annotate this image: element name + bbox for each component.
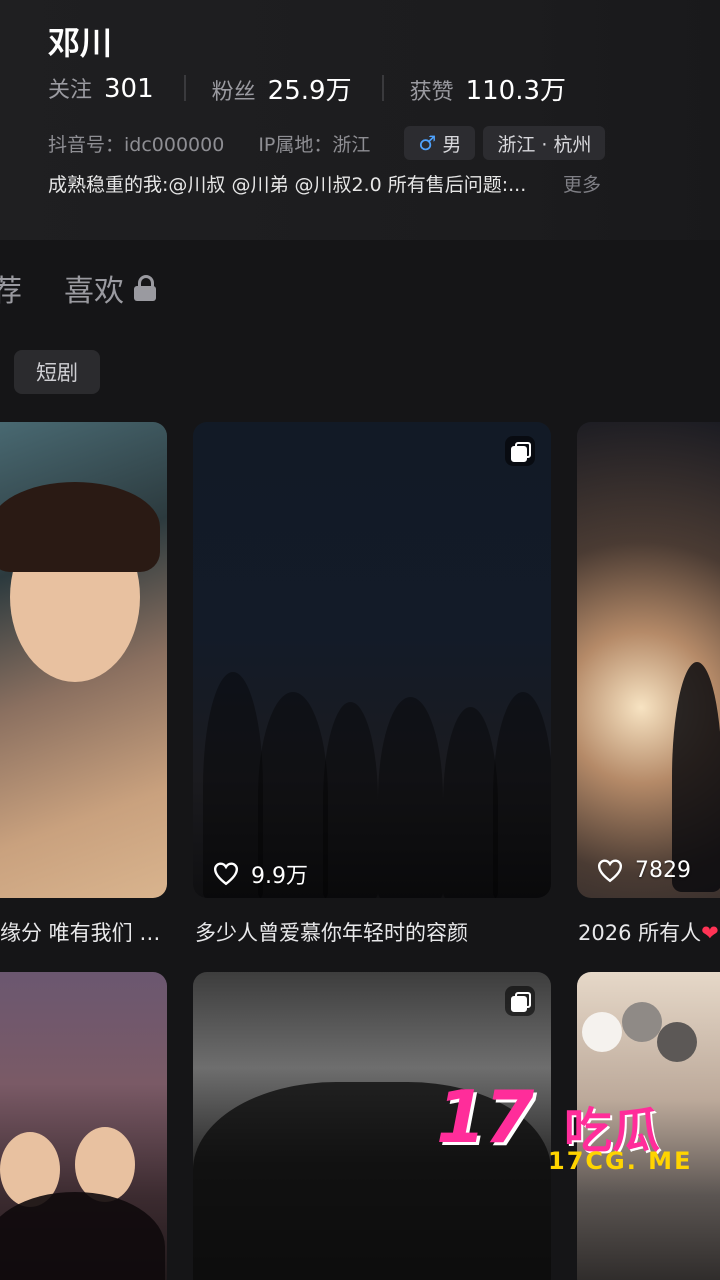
watermark-number: 17 — [436, 1075, 534, 1159]
profile-meta: 抖音号：idc000000 IP属地：浙江 ♂ 男 浙江 · 杭州 — [48, 126, 613, 160]
video-card[interactable] — [0, 422, 167, 898]
video-card[interactable] — [0, 972, 167, 1280]
stat-followers[interactable]: 粉丝 25.9万 — [212, 70, 352, 107]
tab-likes[interactable]: 喜欢 — [64, 266, 156, 310]
tab-recommend[interactable]: 荐 — [0, 266, 22, 310]
stat-value: 25.9万 — [267, 75, 352, 106]
male-icon: ♂ — [418, 131, 437, 155]
profile-page: 邓川 关注 301 粉丝 25.9万 获赞 110.3万 抖音号：idc0000… — [0, 0, 720, 1280]
gender-tag: ♂ 男 — [404, 126, 476, 160]
douyin-id[interactable]: 抖音号：idc000000 — [48, 130, 224, 157]
heart-icon — [213, 862, 239, 886]
tab-likes-label: 喜欢 — [64, 274, 124, 309]
watermark-url: 17CG. ME — [548, 1147, 693, 1175]
bio-more-link[interactable]: 更多 — [563, 170, 601, 197]
video-caption[interactable]: 缘分 唯有我们 … — [0, 917, 170, 947]
video-card[interactable]: 9.9万 — [193, 422, 551, 898]
divider — [381, 75, 384, 101]
heart-icon — [597, 859, 623, 882]
ip-location: IP属地：浙江 — [258, 133, 371, 156]
watermark-logo: 17 吃瓜 17CG. ME — [436, 1075, 706, 1185]
divider — [183, 75, 186, 101]
video-likes: 9.9万 — [213, 858, 308, 890]
stat-following[interactable]: 关注 301 — [48, 72, 154, 104]
filter-chip-drama[interactable]: 短剧 — [14, 350, 100, 394]
multi-image-icon — [505, 986, 535, 1016]
stat-label: 关注 — [48, 78, 93, 103]
likes-count: 9.9万 — [251, 864, 308, 889]
stat-value: 301 — [104, 74, 154, 104]
profile-name: 邓川 — [48, 24, 113, 62]
profile-stats: 关注 301 粉丝 25.9万 获赞 110.3万 — [48, 70, 566, 106]
heart-emoji-icon: ❤ — [701, 921, 719, 945]
stat-value: 110.3万 — [465, 75, 567, 106]
region-tag: 浙江 · 杭州 — [483, 126, 606, 160]
lock-icon — [134, 275, 156, 301]
video-card[interactable]: 7829 — [577, 422, 720, 898]
likes-count: 7829 — [635, 858, 691, 883]
video-caption[interactable]: 2026 所有人❤ — [578, 917, 720, 947]
stat-label: 获赞 — [409, 79, 454, 105]
profile-bio[interactable]: 成熟稳重的我:@川叔 @川弟 @川叔2.0 所有售后问题:... — [48, 170, 526, 197]
video-caption[interactable]: 多少人曾爱慕你年轻时的容颜 — [195, 917, 468, 947]
caption-text: 2026 所有人 — [578, 921, 702, 945]
video-likes: 7829 — [597, 858, 691, 883]
stat-label: 粉丝 — [211, 79, 256, 105]
gender-label: 男 — [442, 133, 462, 156]
profile-header: 邓川 关注 301 粉丝 25.9万 获赞 110.3万 抖音号：idc0000… — [0, 0, 720, 240]
multi-image-icon — [505, 436, 535, 466]
stat-likes[interactable]: 获赞 110.3万 — [410, 70, 566, 107]
